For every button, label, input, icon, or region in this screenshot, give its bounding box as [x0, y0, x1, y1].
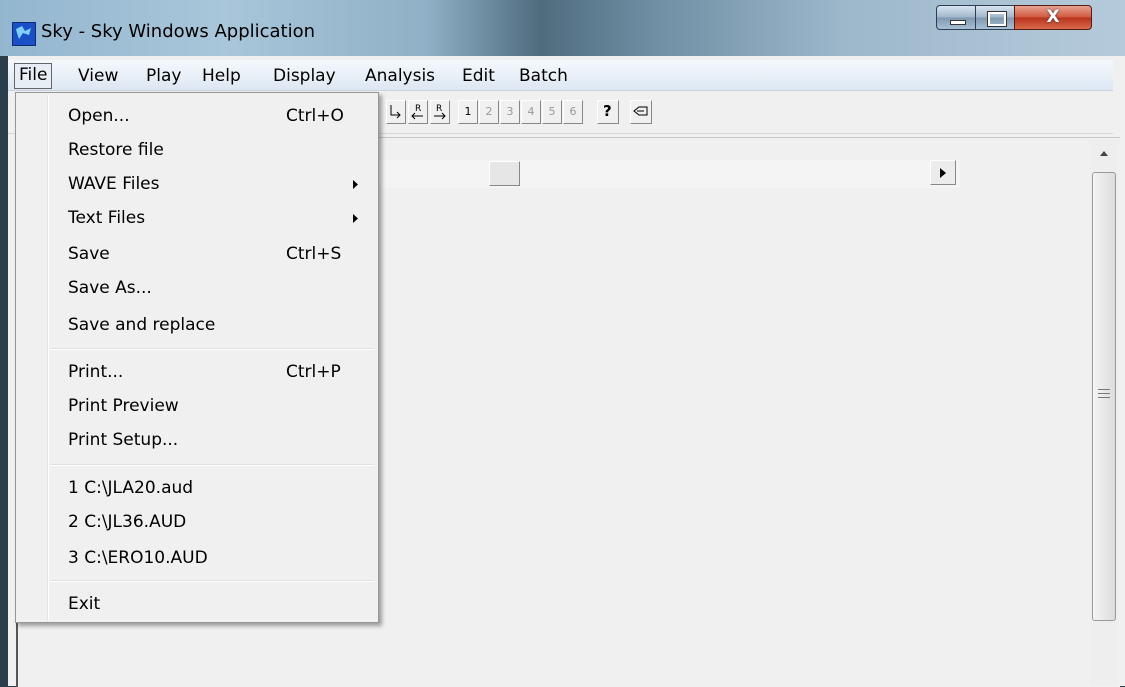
menu-edit[interactable]: Edit [462, 64, 495, 88]
menu-item-print-preview[interactable]: Print Preview [16, 389, 378, 423]
menu-item-label: Save and replace [68, 315, 216, 335]
menu-display[interactable]: Display [273, 64, 336, 88]
menu-item-label: Print Preview [68, 396, 179, 416]
r-right-icon[interactable]: R [430, 100, 450, 124]
menu-separator [50, 580, 374, 582]
scroll-up-button[interactable] [1093, 144, 1115, 164]
help-icon[interactable]: ? [597, 100, 619, 124]
menu-file[interactable]: File [14, 63, 53, 89]
menu-item-label: Save As... [68, 278, 152, 298]
menu-item-label: Save [68, 244, 110, 264]
title-bar[interactable]: Sky - Sky Windows Application X [0, 0, 1125, 56]
menu-item-recent-file-3[interactable]: 3 C:\ERO10.AUD [16, 541, 378, 575]
menu-item-label: Text Files [68, 208, 146, 228]
menu-help[interactable]: Help [202, 64, 241, 88]
toolbar-button-1[interactable]: 1 [458, 100, 478, 124]
triangle-right-icon [940, 168, 946, 178]
menu-separator [50, 464, 374, 466]
menu-item-label: 3 C:\ERO10.AUD [68, 548, 208, 568]
menu-item-label: 1 C:\JLA20.aud [68, 478, 194, 498]
svg-text:R: R [436, 104, 442, 114]
left-arrow-icon[interactable] [386, 100, 406, 124]
menu-separator [50, 348, 374, 350]
flag-icon[interactable] [630, 100, 652, 124]
triangle-up-icon [1100, 151, 1108, 156]
maximize-icon [987, 11, 1007, 27]
menu-item-save-and-replace[interactable]: Save and replace [16, 308, 378, 342]
toolbar-button-2[interactable]: 2 [479, 100, 499, 124]
submenu-arrow-icon [353, 214, 358, 223]
scroll-right-button[interactable] [930, 160, 956, 185]
minimize-button[interactable] [936, 5, 976, 30]
menu-item-label: Exit [68, 594, 101, 614]
scroll-grip-icon [1098, 389, 1110, 401]
menu-play[interactable]: Play [146, 64, 181, 88]
submenu-arrow-icon [353, 180, 358, 189]
menu-item-open[interactable]: Open... Ctrl+O [16, 99, 378, 133]
r-left-icon[interactable]: R [408, 100, 428, 124]
flag-glyph [633, 106, 648, 116]
menu-item-shortcut: Ctrl+P [286, 362, 341, 382]
svg-text:?: ? [603, 102, 612, 120]
menu-item-label: WAVE Files [68, 174, 160, 194]
svg-text:R: R [415, 104, 421, 114]
close-button[interactable]: X [1014, 5, 1092, 30]
horizontal-scroll-thumb[interactable] [489, 161, 520, 186]
help-glyph: ? [603, 102, 612, 120]
r-right-glyph: R [434, 104, 446, 120]
app-icon[interactable] [12, 22, 36, 46]
file-dropdown-menu: Open... Ctrl+O Restore file WAVE Files T… [15, 92, 379, 623]
minimize-icon [950, 20, 966, 25]
menu-item-label: Restore file [68, 140, 164, 160]
r-left-glyph: R [411, 104, 423, 120]
maximize-button[interactable] [975, 5, 1015, 30]
toolbar-button-6[interactable]: 6 [563, 100, 583, 124]
menu-item-label: 2 C:\JL36.AUD [68, 512, 187, 532]
menu-item-text-files[interactable]: Text Files [16, 201, 378, 235]
menu-analysis[interactable]: Analysis [365, 64, 435, 88]
menu-batch[interactable]: Batch [519, 64, 568, 88]
app-logo-graphic [16, 26, 31, 39]
menu-item-shortcut: Ctrl+S [286, 244, 342, 264]
menu-item-restore-file[interactable]: Restore file [16, 133, 378, 167]
menu-item-label: Print Setup... [68, 430, 179, 450]
window-title: Sky - Sky Windows Application [41, 21, 316, 42]
menu-item-label: Open... [68, 106, 130, 126]
menu-item-save[interactable]: Save Ctrl+S [16, 237, 378, 271]
menu-item-save-as[interactable]: Save As... [16, 271, 378, 305]
menu-item-print-setup[interactable]: Print Setup... [16, 423, 378, 457]
menu-item-exit[interactable]: Exit [16, 587, 378, 621]
menu-item-recent-file-1[interactable]: 1 C:\JLA20.aud [16, 471, 378, 505]
horizontal-scroll-track[interactable] [378, 160, 960, 188]
menu-item-shortcut: Ctrl+O [286, 106, 344, 126]
toolbar-button-3[interactable]: 3 [500, 100, 520, 124]
menu-view[interactable]: View [78, 64, 118, 88]
close-icon: X [1046, 7, 1060, 27]
toolbar-button-4[interactable]: 4 [521, 100, 541, 124]
menu-item-print[interactable]: Print... Ctrl+P [16, 355, 378, 389]
menu-bar: File View Play Help Display Analysis Edi… [8, 60, 1113, 91]
menu-item-recent-file-2[interactable]: 2 C:\JL36.AUD [16, 505, 378, 539]
toolbar-button-5[interactable]: 5 [542, 100, 562, 124]
menu-item-label: Print... [68, 362, 124, 382]
left-arrow-glyph [390, 105, 401, 119]
menu-item-wave-files[interactable]: WAVE Files [16, 167, 378, 201]
